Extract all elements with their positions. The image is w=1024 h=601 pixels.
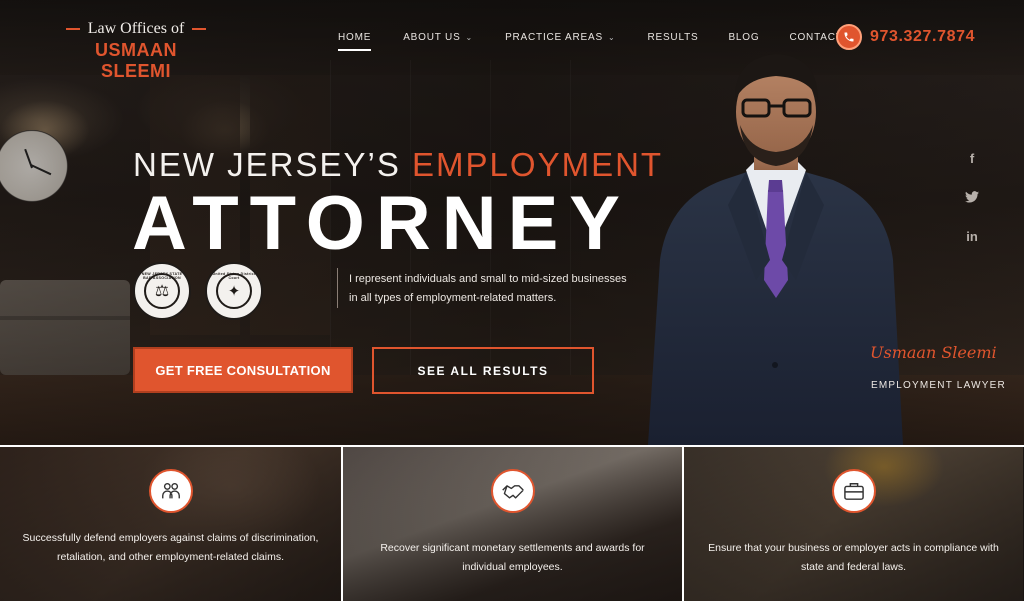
hero-headline-main: ATTORNEY xyxy=(132,181,631,266)
card-text: Successfully defend employers against cl… xyxy=(22,532,319,563)
logo-top-text: Law Offices of xyxy=(87,20,185,37)
chevron-down-icon: ⌄ xyxy=(607,33,616,42)
employer-defense-icon xyxy=(148,469,193,513)
get-free-consultation-button[interactable]: GET FREE CONSULTATION xyxy=(133,347,353,393)
nav-item-label: ABOUT US xyxy=(403,32,461,43)
headline-prefix: NEW JERSEY’S xyxy=(133,146,401,183)
facebook-icon[interactable]: f xyxy=(963,149,981,167)
us-district-court-seal: United States District Court ✦ xyxy=(205,262,263,320)
hero-section: Law Offices of USMAAN SLEEMI HOME ABOUT … xyxy=(0,0,1024,445)
seal-label: NEW JERSEY STATE BAR ASSOCIATION xyxy=(141,272,183,280)
logo-dash xyxy=(192,28,207,30)
card-text: Ensure that your business or employer ac… xyxy=(708,542,999,573)
logo-dash xyxy=(65,28,80,30)
new-jersey-state-bar-association-seal: NEW JERSEY STATE BAR ASSOCIATION ⚖ xyxy=(133,262,191,320)
seal-label: United States District Court xyxy=(212,272,256,280)
site-logo[interactable]: Law Offices of USMAAN SLEEMI xyxy=(60,20,212,82)
service-card-employer-defense[interactable]: Successfully defend employers against cl… xyxy=(0,447,341,601)
attorney-signature: Usmaan Sleemi xyxy=(870,343,997,362)
nav-item-label: HOME xyxy=(338,32,372,43)
services-cards: Successfully defend employers against cl… xyxy=(0,445,1024,601)
see-all-results-button[interactable]: SEE ALL RESULTS xyxy=(372,347,594,394)
logo-tagline-row: Law Offices of xyxy=(60,20,212,38)
service-card-compliance[interactable]: Ensure that your business or employer ac… xyxy=(682,447,1023,601)
service-card-employee-settlements[interactable]: Recover significant monetary settlements… xyxy=(341,447,682,601)
attorney-role: EMPLOYMENT LAWYER xyxy=(871,380,1006,391)
nav-item-label: PRACTICE AREAS xyxy=(505,32,603,43)
chevron-down-icon: ⌄ xyxy=(465,33,474,42)
card-text: Recover significant monetary settlements… xyxy=(380,542,645,573)
hero-headline-top: NEW JERSEY’S EMPLOYMENT xyxy=(133,146,663,184)
linkedin-icon[interactable]: in xyxy=(963,227,981,245)
intro-divider xyxy=(337,268,338,308)
hero-intro-text: I represent individuals and small to mid… xyxy=(349,273,627,304)
nav-item-practice-areas[interactable]: PRACTICE AREAS ⌄ xyxy=(505,32,615,43)
nav-item-home[interactable]: HOME xyxy=(338,32,372,51)
nav-item-about-us[interactable]: ABOUT US ⌄ xyxy=(403,32,473,43)
handshake-icon xyxy=(490,469,535,513)
logo-name: USMAAN SLEEMI xyxy=(95,40,177,81)
twitter-icon[interactable] xyxy=(963,188,981,206)
briefcase-icon xyxy=(831,469,876,513)
headline-accent: EMPLOYMENT xyxy=(412,146,664,183)
